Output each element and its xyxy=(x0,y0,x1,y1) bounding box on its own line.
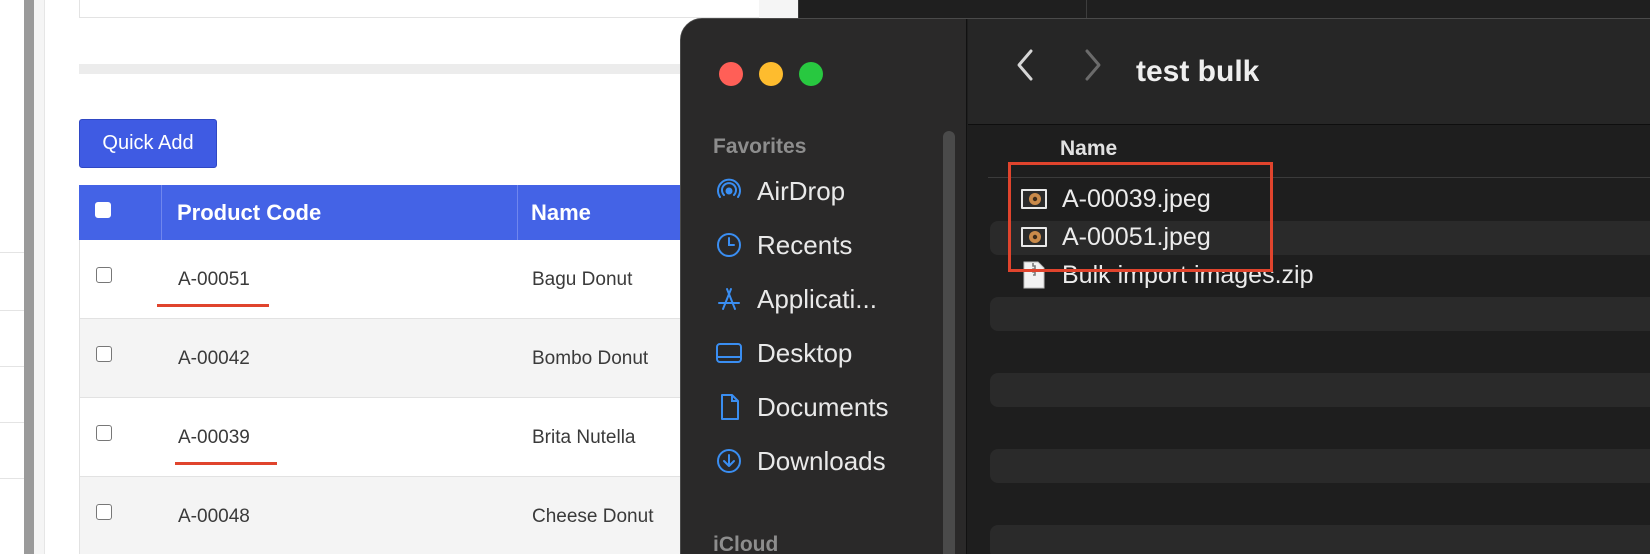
table-header: Product Code Name xyxy=(79,185,759,240)
desktop-icon xyxy=(713,337,745,369)
download-icon xyxy=(713,445,745,477)
annotation-underline xyxy=(175,462,277,465)
sidebar-scrollbar[interactable] xyxy=(943,131,955,554)
left-gutter xyxy=(0,0,24,554)
gutter-divider xyxy=(0,422,24,423)
section-divider xyxy=(79,64,759,74)
icloud-section-label: iCloud xyxy=(713,533,779,554)
product-name: Bagu Donut xyxy=(532,268,633,290)
sidebar-item-applications[interactable]: Applicati... xyxy=(713,279,877,319)
airdrop-icon xyxy=(713,175,745,207)
sidebar-item-label: Documents xyxy=(757,391,889,422)
column-separator xyxy=(517,185,518,240)
sidebar-item-label: Desktop xyxy=(757,337,853,368)
back-chevron-icon[interactable] xyxy=(1013,47,1037,93)
product-code: A-00042 xyxy=(178,347,250,369)
annotation-underline xyxy=(157,304,269,307)
finder-sidebar: Favorites AirDrop Recents Applicati... D… xyxy=(681,19,967,554)
product-name: Bombo Donut xyxy=(532,347,649,369)
quick-add-button[interactable]: Quick Add xyxy=(79,119,217,168)
forward-chevron-icon[interactable] xyxy=(1081,47,1105,93)
sidebar-item-documents[interactable]: Documents xyxy=(713,387,889,427)
column-header-product-code[interactable]: Product Code xyxy=(177,185,321,240)
list-stripe xyxy=(990,449,1650,483)
left-scrollbar[interactable] xyxy=(24,0,34,554)
screenshot-root: Quick Add Product Code Name A-00051 Bagu… xyxy=(0,0,1650,554)
product-code: A-00048 xyxy=(178,505,250,527)
zoom-window-button[interactable] xyxy=(799,62,823,86)
sidebar-item-recents[interactable]: Recents xyxy=(713,225,852,265)
gutter-divider xyxy=(0,478,24,479)
clock-icon xyxy=(713,229,745,261)
sidebar-item-label: Downloads xyxy=(757,445,886,476)
select-all-checkbox[interactable] xyxy=(95,202,111,218)
folder-title: test bulk xyxy=(1136,55,1260,88)
top-card xyxy=(79,0,759,18)
list-stripe xyxy=(990,297,1650,331)
table-row[interactable]: A-00051 Bagu Donut xyxy=(79,240,759,319)
product-name: Cheese Donut xyxy=(532,505,654,527)
sidebar-item-desktop[interactable]: Desktop xyxy=(713,333,852,373)
applications-icon xyxy=(713,283,745,315)
list-stripe xyxy=(990,373,1650,407)
column-header-name[interactable]: Name xyxy=(531,185,591,240)
sidebar-item-downloads[interactable]: Downloads xyxy=(713,441,886,481)
sidebar-item-label: AirDrop xyxy=(757,175,846,206)
product-code: A-00051 xyxy=(178,268,250,290)
gutter-divider xyxy=(0,366,24,367)
table-row[interactable]: A-00042 Bombo Donut xyxy=(79,319,759,398)
sidebar-item-label: Recents xyxy=(757,229,853,260)
row-checkbox[interactable] xyxy=(96,504,112,520)
finder-window: Favorites AirDrop Recents Applicati... D… xyxy=(680,18,1650,554)
minimize-window-button[interactable] xyxy=(759,62,783,86)
gutter-divider xyxy=(0,310,24,311)
gutter-divider xyxy=(0,252,24,253)
list-stripe xyxy=(990,525,1650,554)
annotation-highlight-box xyxy=(1008,162,1273,272)
sidebar-item-label: Applicati... xyxy=(757,283,877,314)
product-name: Brita Nutella xyxy=(532,426,636,448)
row-checkbox[interactable] xyxy=(96,425,112,441)
finder-toolbar: test bulk xyxy=(968,19,1650,125)
sidebar-item-airdrop[interactable]: AirDrop xyxy=(713,171,845,211)
table-row[interactable]: A-00048 Cheese Donut xyxy=(79,477,759,554)
table-row[interactable]: A-00039 Brita Nutella xyxy=(79,398,759,477)
favorites-section-label: Favorites xyxy=(713,135,807,158)
row-checkbox[interactable] xyxy=(96,346,112,362)
product-code: A-00039 xyxy=(178,426,250,448)
column-separator xyxy=(161,185,162,240)
document-icon xyxy=(713,391,745,423)
row-checkbox[interactable] xyxy=(96,267,112,283)
column-header-name[interactable]: Name xyxy=(1060,137,1117,161)
close-window-button[interactable] xyxy=(719,62,743,86)
